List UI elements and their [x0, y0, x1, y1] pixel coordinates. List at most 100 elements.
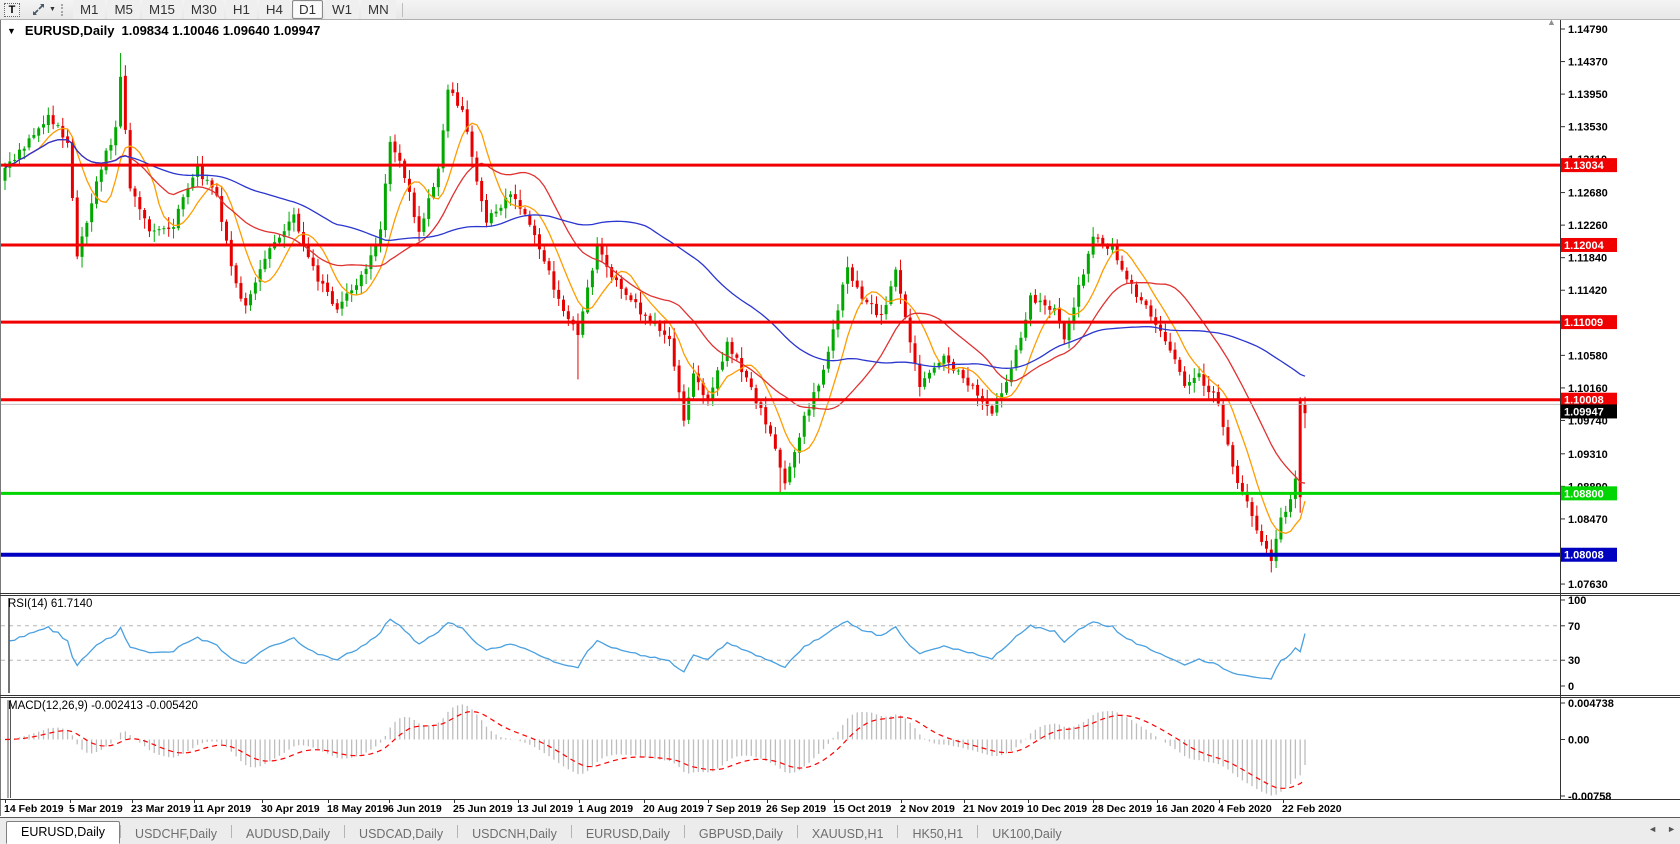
candle-body	[976, 385, 979, 396]
candle-body	[861, 287, 864, 299]
candle-body	[562, 300, 565, 311]
candle-body	[591, 271, 594, 288]
timeframe-button-m15[interactable]: M15	[142, 0, 182, 19]
candle-body	[615, 277, 618, 280]
candle-body	[991, 406, 994, 414]
diagonal-arrows-icon[interactable]	[28, 2, 48, 17]
candle-body	[384, 184, 387, 230]
tabs-scroll-right-icon[interactable]: ►	[1667, 824, 1676, 834]
tab-hk50-h1[interactable]: HK50,H1	[898, 824, 977, 844]
tab-audusd-daily[interactable]: AUDUSD,Daily	[232, 824, 344, 844]
rsi-indicator-label: RSI(14) 61.7140	[8, 598, 92, 610]
candle-body	[81, 236, 84, 256]
timeframe-button-mn[interactable]: MN	[361, 0, 396, 19]
tab-usdchf-daily[interactable]: USDCHF,Daily	[121, 824, 231, 844]
candle-body	[634, 299, 637, 302]
timeframe-button-h1[interactable]: H1	[226, 0, 257, 19]
tab-usdcnh-daily[interactable]: USDCNH,Daily	[458, 824, 571, 844]
timeframe-button-m5[interactable]: M5	[107, 0, 140, 19]
candle-body	[403, 161, 406, 178]
timeframe-button-m1[interactable]: M1	[73, 0, 106, 19]
candle-body	[745, 371, 748, 377]
candle-body	[557, 290, 560, 299]
candle-body	[668, 336, 671, 339]
candle-body	[442, 130, 445, 168]
candle-body	[393, 142, 396, 153]
date-axis[interactable]	[0, 800, 1560, 817]
candle-body	[1260, 531, 1263, 542]
candle-body	[966, 378, 969, 386]
candle-body	[913, 343, 916, 363]
timeframe-button-d1[interactable]: D1	[292, 0, 323, 19]
candle-body	[644, 315, 647, 316]
candle-body	[138, 197, 141, 209]
candle-body	[880, 314, 883, 315]
timeframe-button-w1[interactable]: W1	[325, 0, 359, 19]
tab-xauusd-h1[interactable]: XAUUSD,H1	[798, 824, 898, 844]
candle-body	[620, 279, 623, 289]
candle-body	[523, 209, 526, 214]
candle-body	[957, 371, 960, 372]
candle-body	[1140, 297, 1143, 300]
candle-body	[803, 416, 806, 437]
candle-body	[1015, 350, 1018, 368]
chart-title-symbol: EURUSD,Daily	[25, 23, 115, 38]
chart-background	[0, 0, 1680, 843]
candle-body	[124, 76, 127, 130]
candle-body	[1029, 295, 1032, 319]
candle-body	[533, 226, 536, 235]
candle-body	[1284, 512, 1287, 517]
tab-eurusd-daily[interactable]: EURUSD,Daily	[572, 824, 684, 844]
candle-body	[307, 246, 310, 258]
candle-body	[1082, 275, 1085, 286]
candle-body	[962, 370, 965, 378]
candle-body	[292, 214, 295, 222]
chevron-down-icon[interactable]: ▼	[49, 6, 56, 13]
candle-body	[817, 386, 820, 392]
candle-body	[153, 230, 156, 231]
candle-body	[13, 160, 16, 161]
text-tool-button[interactable]: T	[4, 3, 20, 17]
candle-body	[548, 261, 551, 270]
candle-body	[143, 210, 146, 218]
candle-body	[119, 77, 122, 127]
candle-body	[23, 149, 26, 151]
tab-eurusd-daily[interactable]: EURUSD,Daily	[6, 821, 120, 844]
candle-body	[716, 370, 719, 388]
candle-body	[658, 323, 661, 331]
candle-body	[316, 265, 319, 281]
candle-body	[678, 366, 681, 393]
tab-usdcad-daily[interactable]: USDCAD,Daily	[345, 824, 457, 844]
candle-body	[514, 194, 517, 199]
candle-body	[923, 378, 926, 387]
candle-body	[52, 115, 55, 124]
candle-body	[427, 198, 430, 219]
tab-gbpusd-daily[interactable]: GBPUSD,Daily	[685, 824, 797, 844]
candle-body	[158, 229, 161, 230]
candle-body	[1039, 301, 1042, 303]
toolbar-grip	[61, 4, 68, 16]
candle-body	[841, 285, 844, 311]
timeframe-button-m30[interactable]: M30	[184, 0, 224, 19]
macd-indicator-label: MACD(12,26,9) -0.002413 -0.005420	[8, 700, 198, 712]
candle-body	[355, 285, 358, 290]
candle-body	[446, 90, 449, 132]
candle-body	[808, 410, 811, 416]
candle-body	[321, 281, 324, 284]
tabs-scroll-left-icon[interactable]: ◄	[1648, 824, 1657, 834]
chart-title: ▼EURUSD,Daily1.09834 1.10046 1.09640 1.0…	[7, 23, 320, 38]
candle-body	[1275, 539, 1278, 561]
candle-body	[495, 212, 498, 214]
candle-body	[235, 265, 238, 283]
chart-canvas[interactable]: 1.147901.143701.139501.135301.131101.126…	[0, 0, 1680, 843]
candle-body	[56, 125, 59, 126]
candle-body	[461, 106, 464, 110]
candle-body	[475, 158, 478, 182]
candle-body	[692, 373, 695, 396]
timeframe-button-h4[interactable]: H4	[259, 0, 290, 19]
candle-body	[856, 281, 859, 288]
candle-body	[105, 151, 108, 171]
price-axis[interactable]	[1561, 20, 1680, 800]
tab-uk100-daily[interactable]: UK100,Daily	[978, 824, 1075, 844]
candle-body	[1202, 374, 1205, 386]
